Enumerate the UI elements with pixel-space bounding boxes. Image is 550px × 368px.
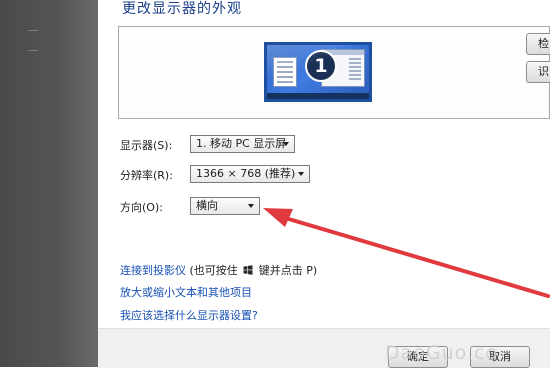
annotation-arrow-head bbox=[263, 208, 293, 227]
watermark: DaoGuo.co bbox=[385, 342, 499, 364]
annotation-arrow bbox=[263, 208, 550, 298]
annotation-arrow-shaft bbox=[280, 215, 550, 298]
